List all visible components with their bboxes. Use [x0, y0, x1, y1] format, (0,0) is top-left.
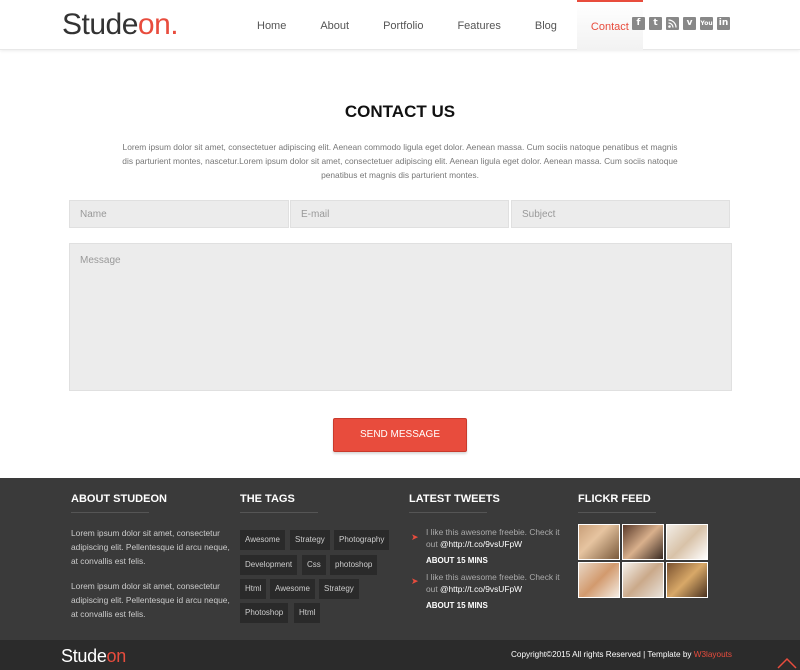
logo-accent: on — [137, 8, 171, 41]
logo-main: Stude — [62, 8, 138, 41]
message-field[interactable]: Message — [69, 243, 732, 391]
main-nav: Home About Portfolio Features Blog Conta… — [243, 0, 649, 50]
about-title: ABOUT STUDEON — [71, 493, 167, 505]
name-field[interactable]: Name — [69, 200, 289, 228]
tag-item[interactable]: Css — [302, 555, 326, 575]
rss-icon[interactable] — [666, 17, 679, 30]
about-paragraph-2: Lorem ipsum dolor sit amet, consectetur … — [71, 581, 230, 619]
twitter-bird-icon: ➤ — [411, 532, 419, 542]
tag-item[interactable]: Awesome — [240, 530, 285, 550]
tweets-title: LATEST TWEETS — [409, 493, 500, 505]
tag-item[interactable]: Strategy — [319, 579, 359, 599]
youtube-icon[interactable]: You — [700, 17, 713, 30]
flickr-photo[interactable] — [666, 524, 708, 560]
footer-logo-accent: on — [106, 646, 127, 666]
tag-item[interactable]: Photoshop — [240, 603, 289, 623]
flickr-photo[interactable] — [578, 562, 620, 598]
page-title: CONTACT US — [344, 102, 456, 121]
linkedin-icon[interactable]: in — [717, 17, 730, 30]
tweet-text: I like this awesome freebie. Check it ou… — [426, 571, 564, 595]
footer-logo-main: Stude — [61, 646, 107, 666]
flickr-photo[interactable] — [622, 562, 664, 598]
site-header: Studeon. Home About Portfolio Features B… — [0, 0, 800, 50]
about-paragraph-1: Lorem ipsum dolor sit amet, consectetur … — [71, 528, 230, 566]
copyright-body: Copyright©2015 All rights Reserved | Tem… — [511, 650, 694, 659]
flickr-divider — [578, 512, 656, 513]
email-field[interactable]: E-mail — [290, 200, 509, 228]
tags-divider — [240, 512, 318, 513]
about-divider — [71, 512, 149, 513]
contact-intro-text: Lorem ipsum dolor sit amet, consectetuer… — [122, 142, 678, 180]
tweets-divider — [409, 512, 487, 513]
tag-item[interactable]: Strategy — [290, 530, 330, 550]
flickr-photo[interactable] — [578, 524, 620, 560]
nav-portfolio[interactable]: Portfolio — [369, 0, 437, 50]
tag-item[interactable]: Photography — [334, 530, 390, 550]
tweet-time: ABOUT 15 MINS — [426, 556, 488, 565]
site-logo[interactable]: Studeon. — [62, 8, 179, 42]
tag-item[interactable]: photoshop — [330, 555, 378, 575]
tweet-link[interactable]: @http://t.co/9vsUFpW — [440, 584, 522, 594]
scroll-to-top-icon[interactable] — [776, 654, 798, 670]
flickr-photo[interactable] — [666, 562, 708, 598]
vimeo-icon[interactable]: v — [683, 17, 696, 30]
tags-title: THE TAGS — [240, 493, 295, 505]
copyright-text: Copyright©2015 All rights Reserved | Tem… — [511, 650, 732, 659]
tag-item[interactable]: Development — [240, 555, 298, 575]
tag-item[interactable]: Html — [294, 603, 321, 623]
twitter-bird-icon: ➤ — [411, 576, 419, 586]
tag-item[interactable]: Awesome — [270, 579, 315, 599]
tweet-link[interactable]: @http://t.co/9vsUFpW — [440, 539, 522, 549]
tag-item[interactable]: Html — [240, 579, 267, 599]
flickr-title: FLICKR FEED — [578, 493, 651, 505]
template-brand-link[interactable]: W3layouts — [694, 650, 732, 659]
social-links: f t v You in — [632, 17, 730, 30]
nav-home[interactable]: Home — [243, 0, 300, 50]
flickr-photo[interactable] — [622, 524, 664, 560]
nav-blog[interactable]: Blog — [521, 0, 571, 50]
footer-logo[interactable]: Studeon — [61, 646, 126, 667]
tweet-text: I like this awesome freebie. Check it ou… — [426, 526, 564, 550]
send-message-button[interactable]: SEND MESSAGE — [333, 418, 467, 452]
tweet-time: ABOUT 15 MINS — [426, 601, 488, 610]
nav-features[interactable]: Features — [443, 0, 514, 50]
flickr-gallery — [578, 524, 710, 600]
facebook-icon[interactable]: f — [632, 17, 645, 30]
subject-field[interactable]: Subject — [511, 200, 730, 228]
twitter-icon[interactable]: t — [649, 17, 662, 30]
nav-about[interactable]: About — [306, 0, 363, 50]
logo-dot: . — [170, 8, 179, 41]
